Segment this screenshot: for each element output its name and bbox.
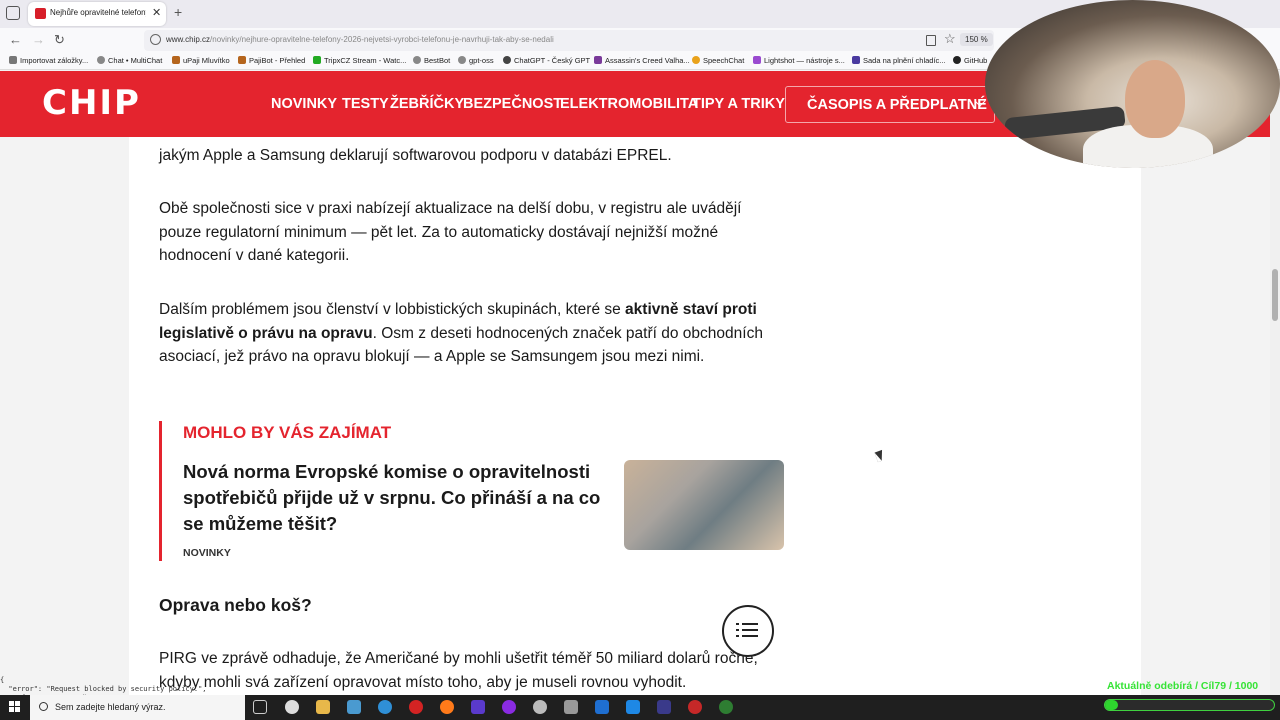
app-icon[interactable] <box>502 700 516 714</box>
chip-logo[interactable]: CHIP <box>42 83 141 123</box>
related-article-link[interactable]: Nová norma Evropské komise o opravitelno… <box>183 459 613 537</box>
nav-novinky[interactable]: NOVINKY <box>271 96 337 112</box>
magazine-subscription-button[interactable]: ČASOPIS A PŘEDPLATNÉ <box>785 86 995 123</box>
tab-title: Nejhůře opravitelné telefony 2026 <box>50 8 146 17</box>
back-icon[interactable]: ← <box>9 32 22 47</box>
page-scrollbar[interactable] <box>1270 71 1280 695</box>
table-of-contents-button[interactable] <box>722 605 774 657</box>
edge-icon[interactable] <box>378 700 392 714</box>
bookmark-item[interactable]: Lightshot — nástroje s... <box>753 56 845 65</box>
bookmark-star-icon[interactable]: ☆ <box>944 31 956 47</box>
zoom-indicator[interactable]: 150 % <box>960 33 993 46</box>
app-icon[interactable] <box>285 700 299 714</box>
bookmark-item[interactable]: ChatGPT - Český GPT <box>503 56 590 65</box>
app-icon[interactable] <box>688 700 702 714</box>
article-body: jakým Apple a Samsung deklarují softwaro… <box>129 137 1141 695</box>
app-icon[interactable] <box>626 700 640 714</box>
bookmark-item[interactable]: Sada na plnění chladíc... <box>852 56 946 65</box>
lightshot-icon <box>753 56 761 64</box>
streamer-head <box>1125 60 1185 138</box>
subscriber-goal-progress-fill <box>1105 700 1118 710</box>
store-icon[interactable] <box>347 700 361 714</box>
related-heading: MOHLO BY VÁS ZAJÍMAT <box>183 423 392 442</box>
bookmark-favicon-icon <box>594 56 602 64</box>
article-paragraph: PIRG ve zprávě odhaduje, že Američané by… <box>159 650 758 691</box>
taskbar-search-box[interactable]: Sem zadejte hledaný výraz. <box>30 695 245 720</box>
task-view-icon[interactable] <box>253 700 267 714</box>
import-icon <box>9 56 17 64</box>
globe-icon <box>97 56 105 64</box>
article-paragraph: Obě společnosti sice v praxi nabízejí ak… <box>159 200 742 264</box>
bookmark-item[interactable]: gpt-oss <box>458 56 494 65</box>
article-paragraph: Dalším problémem jsou členství v lobbist… <box>159 301 763 365</box>
bookmark-item[interactable]: Importovat záložky... <box>9 56 88 65</box>
app-icon[interactable] <box>595 700 609 714</box>
related-category[interactable]: NOVINKY <box>183 547 231 559</box>
subscriber-goal-text: Aktuálně odebírá / Cíl79 / 1000 <box>1107 680 1259 692</box>
site-info-icon[interactable] <box>150 34 161 45</box>
article-paragraph: jakým Apple a Samsung deklarují softwaro… <box>159 147 672 164</box>
nav-tipy-a-triky[interactable]: TIPY A TRIKY <box>692 96 785 112</box>
bookmark-item[interactable]: TripxCZ Stream - Watc... <box>313 56 406 65</box>
bookmark-item[interactable]: PajiBot - Přehled <box>238 56 305 65</box>
url-bar[interactable]: www.chip.cz/novinky/nejhure-opravitelne-… <box>144 30 994 51</box>
bookmark-item[interactable]: Chat • MultiChat <box>97 56 162 65</box>
windows-taskbar: Sem zadejte hledaný výraz. <box>0 695 1280 720</box>
reader-view-icon[interactable] <box>926 35 936 46</box>
list-icon <box>736 623 739 625</box>
bookmark-item[interactable]: Assassin's Creed Valha... <box>594 56 690 65</box>
new-tab-button[interactable]: + <box>174 4 182 20</box>
webcam-overlay <box>985 0 1280 168</box>
app-icon[interactable] <box>719 700 733 714</box>
scrollbar-thumb[interactable] <box>1272 269 1278 321</box>
app-icon[interactable] <box>471 700 485 714</box>
forward-icon[interactable]: → <box>32 32 45 47</box>
nav-elektromobilita[interactable]: ELEKTROMOBILITA <box>560 96 698 112</box>
globe-icon <box>413 56 421 64</box>
page-content: jakým Apple a Samsung deklarují softwaro… <box>0 137 1270 695</box>
related-article-box[interactable]: MOHLO BY VÁS ZAJÍMAT Nová norma Evropské… <box>159 421 784 561</box>
url-text[interactable]: www.chip.cz/novinky/nejhure-opravitelne-… <box>166 35 554 44</box>
related-article-image[interactable] <box>624 460 784 550</box>
windows-start-icon[interactable] <box>9 701 21 713</box>
app-icon[interactable] <box>564 700 578 714</box>
section-heading: Oprava nebo koš? <box>159 595 312 615</box>
taskbar-search-placeholder: Sem zadejte hledaný výraz. <box>55 702 166 712</box>
chip-favicon-icon <box>35 8 46 19</box>
opera-icon[interactable] <box>409 700 423 714</box>
magazine-subscription-label: ČASOPIS A PŘEDPLATNÉ <box>807 97 987 113</box>
app-icon[interactable] <box>657 700 671 714</box>
tab-close-icon[interactable]: ✕ <box>152 6 161 19</box>
search-icon <box>39 702 48 711</box>
file-explorer-icon[interactable] <box>316 700 330 714</box>
browser-tab[interactable]: Nejhůře opravitelné telefony 2026 ✕ <box>28 2 166 26</box>
bookmark-item[interactable]: uPaji Mluvítko <box>172 56 230 65</box>
nav-zebricky[interactable]: ŽEBŘÍČKY <box>390 96 464 112</box>
bookmark-favicon-icon <box>852 56 860 64</box>
app-icon[interactable] <box>533 700 547 714</box>
tab-list-icon[interactable] <box>6 6 20 20</box>
nav-bezpecnost[interactable]: BEZPEČNOST <box>463 96 562 112</box>
bookmark-item[interactable]: BestBot <box>413 56 450 65</box>
bookmark-favicon-icon <box>692 56 700 64</box>
globe-icon <box>458 56 466 64</box>
reload-icon[interactable]: ↻ <box>54 32 65 48</box>
bookmark-favicon-icon <box>313 56 321 64</box>
subscriber-goal-progress <box>1104 699 1275 711</box>
github-icon <box>953 56 961 64</box>
openai-icon <box>503 56 511 64</box>
firefox-icon[interactable] <box>440 700 454 714</box>
nav-testy[interactable]: TESTY <box>342 96 389 112</box>
bookmark-favicon-icon <box>238 56 246 64</box>
bookmark-item[interactable]: GitHub <box>953 56 987 65</box>
bookmark-item[interactable]: SpeechChat <box>692 56 744 65</box>
bookmark-favicon-icon <box>172 56 180 64</box>
